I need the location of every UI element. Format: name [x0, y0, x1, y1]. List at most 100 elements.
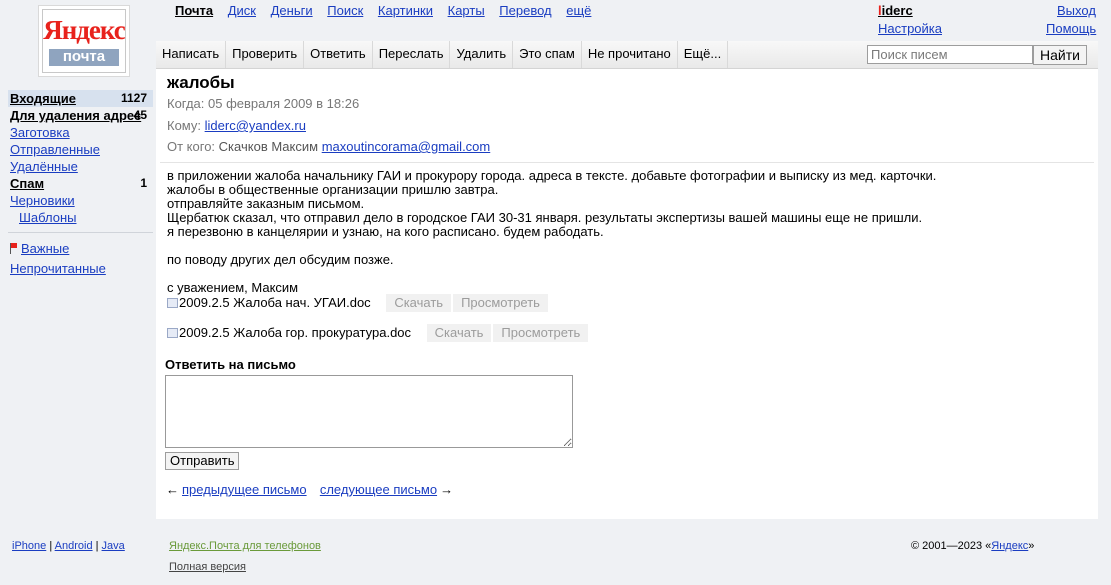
- body-line: я перезвоню в канцелярии и узнаю, на ког…: [167, 224, 604, 239]
- to-email-link[interactable]: liderc@yandex.ru: [205, 118, 306, 133]
- mobile-apps-links: iPhone | Android | Java: [12, 540, 125, 552]
- folder-inbox-label[interactable]: Входящие: [10, 91, 76, 106]
- logout-link[interactable]: Выход: [1057, 3, 1096, 18]
- message-subject: жалобы: [167, 73, 235, 92]
- body-line: Щербатюк сказал, что отправил дело в гор…: [167, 210, 923, 225]
- message-view: жалобы Когда: 05 февраля 2009 в 18:26 Ко…: [156, 69, 1098, 519]
- body-line: в приложении жалоба начальнику ГАИ и про…: [167, 168, 937, 183]
- attachment-view-button[interactable]: Просмотреть: [453, 294, 548, 312]
- message-toolbar: Написать Проверить Ответить Переслать Уд…: [156, 41, 1098, 69]
- nav-images[interactable]: Картинки: [378, 3, 433, 18]
- folder-sent-label[interactable]: Отправленные: [10, 142, 100, 157]
- body-line: отправляйте заказным письмом.: [167, 196, 365, 211]
- next-message-link[interactable]: следующее письмо: [320, 482, 437, 497]
- folder-drafts[interactable]: Черновики: [8, 192, 153, 209]
- copyright-prefix: © 2001—2023 «: [911, 540, 992, 552]
- folder-for-deletion-label[interactable]: Для удаления адрес: [10, 108, 141, 123]
- more-actions-button[interactable]: Ещё...: [678, 41, 729, 68]
- folder-spam-count: 1: [140, 176, 147, 190]
- folder-sent[interactable]: Отправленные: [8, 141, 153, 158]
- folder-for-deletion[interactable]: Для удаления адрес 45: [8, 107, 153, 124]
- date-label: Когда:: [167, 96, 205, 111]
- folder-zagotovka-label[interactable]: Заготовка: [10, 125, 70, 140]
- folder-for-deletion-count: 45: [133, 108, 147, 122]
- separator: |: [49, 540, 53, 552]
- full-version-link[interactable]: Полная версия: [169, 561, 246, 573]
- mail-search-input[interactable]: [867, 45, 1033, 64]
- from-email-link[interactable]: maxoutincorama@gmail.com: [322, 139, 491, 154]
- help-link[interactable]: Помощь: [1046, 21, 1096, 36]
- attachment-view-button[interactable]: Просмотреть: [493, 324, 589, 342]
- android-link[interactable]: Android: [55, 540, 93, 552]
- message-body: в приложении жалоба начальнику ГАИ и про…: [167, 169, 1067, 295]
- right-arrow-icon: →: [440, 482, 454, 497]
- label-important-link[interactable]: Важные: [21, 241, 69, 256]
- from-label: От кого:: [167, 139, 216, 154]
- mobile-version-link[interactable]: Яндекс.Почта для телефонов: [169, 540, 321, 552]
- quick-reply-title: Ответить на письмо: [165, 357, 296, 372]
- body-blank-line: [167, 267, 1067, 281]
- attachment-item: 2009.2.5 Жалоба нач. УГАИ.doc Скачать Про…: [167, 294, 548, 314]
- yandex-home-link[interactable]: Яндекс: [991, 540, 1028, 552]
- user-login-rest: iderc: [881, 3, 913, 18]
- message-to: Кому: liderc@yandex.ru: [167, 118, 306, 133]
- copyright: © 2001—2023 «Яндекс»: [911, 540, 1034, 552]
- nav-disk[interactable]: Диск: [228, 3, 256, 18]
- attachment-download-button[interactable]: Скачать: [426, 324, 492, 342]
- nav-more[interactable]: ещё: [566, 3, 591, 18]
- yandex-mail-logo[interactable]: Яндекс почта: [42, 9, 126, 73]
- check-mail-button[interactable]: Проверить: [226, 41, 305, 68]
- folder-spam[interactable]: Спам 1: [8, 175, 153, 192]
- compose-button[interactable]: Написать: [156, 41, 227, 68]
- folder-templates-label[interactable]: Шаблоны: [19, 210, 77, 225]
- separator: |: [95, 540, 99, 552]
- folder-templates[interactable]: Шаблоны: [8, 209, 153, 226]
- folder-drafts-template[interactable]: Заготовка: [8, 124, 153, 141]
- date-value: 05 февраля 2009 в 18:26: [208, 96, 360, 111]
- reply-button[interactable]: Ответить: [304, 41, 373, 68]
- sidebar-divider: [8, 232, 153, 233]
- mark-spam-button[interactable]: Это спам: [513, 41, 582, 68]
- iphone-link[interactable]: iPhone: [12, 540, 46, 552]
- flag-icon: [10, 243, 18, 254]
- nav-search[interactable]: Поиск: [327, 3, 363, 18]
- services-nav: Почта Диск Деньги Поиск Картинки Карты П…: [175, 3, 602, 18]
- attachment-name: 2009.2.5 Жалоба нач. УГАИ.doc: [179, 295, 371, 310]
- body-line: с уважением, Максим: [167, 280, 299, 295]
- search-button[interactable]: Найти: [1033, 45, 1087, 65]
- forward-button[interactable]: Переслать: [373, 41, 451, 68]
- nav-money[interactable]: Деньги: [271, 3, 313, 18]
- to-label: Кому:: [167, 118, 201, 133]
- nav-maps[interactable]: Карты: [448, 3, 485, 18]
- message-date: Когда: 05 февраля 2009 в 18:26: [167, 96, 359, 111]
- label-important[interactable]: Важные: [8, 239, 153, 259]
- folder-drafts-label[interactable]: Черновики: [10, 193, 75, 208]
- body-line: по поводу других дел обсудим позже.: [167, 252, 394, 267]
- attachment-download-button[interactable]: Скачать: [386, 294, 452, 312]
- nav-mail[interactable]: Почта: [175, 3, 213, 18]
- quick-reply-textarea[interactable]: [165, 375, 573, 448]
- attachment-name: 2009.2.5 Жалоба гор. прокуратура.doc: [179, 325, 412, 340]
- body-line: жалобы в общественные организации пришлю…: [167, 182, 499, 197]
- delete-button[interactable]: Удалить: [450, 41, 514, 68]
- attachment-item: 2009.2.5 Жалоба гор. прокуратура.doc Ска…: [167, 324, 589, 344]
- label-unread[interactable]: Непрочитанные: [8, 259, 153, 279]
- folder-deleted[interactable]: Удалённые: [8, 158, 153, 175]
- folder-spam-label[interactable]: Спам: [10, 176, 44, 191]
- send-reply-button[interactable]: Отправить: [165, 452, 240, 470]
- folder-deleted-label[interactable]: Удалённые: [10, 159, 78, 174]
- mark-unread-button[interactable]: Не прочитано: [582, 41, 678, 68]
- java-link[interactable]: Java: [102, 540, 125, 552]
- logo-product: почта: [49, 49, 119, 66]
- folder-inbox[interactable]: Входящие 1127: [8, 90, 153, 107]
- doc-file-icon: [167, 297, 178, 308]
- nav-translate[interactable]: Перевод: [499, 3, 551, 18]
- doc-file-icon: [167, 327, 178, 338]
- settings-link[interactable]: Настройка: [878, 21, 942, 36]
- prev-message-link[interactable]: предыдущее письмо: [182, 482, 307, 497]
- body-blank-line: [167, 239, 1067, 253]
- message-from: От кого: Скачков Максим maxoutincorama@g…: [167, 139, 490, 154]
- user-login-link[interactable]: liderc: [878, 3, 913, 18]
- folder-inbox-count: 1127: [120, 91, 147, 105]
- label-unread-link[interactable]: Непрочитанные: [10, 261, 106, 276]
